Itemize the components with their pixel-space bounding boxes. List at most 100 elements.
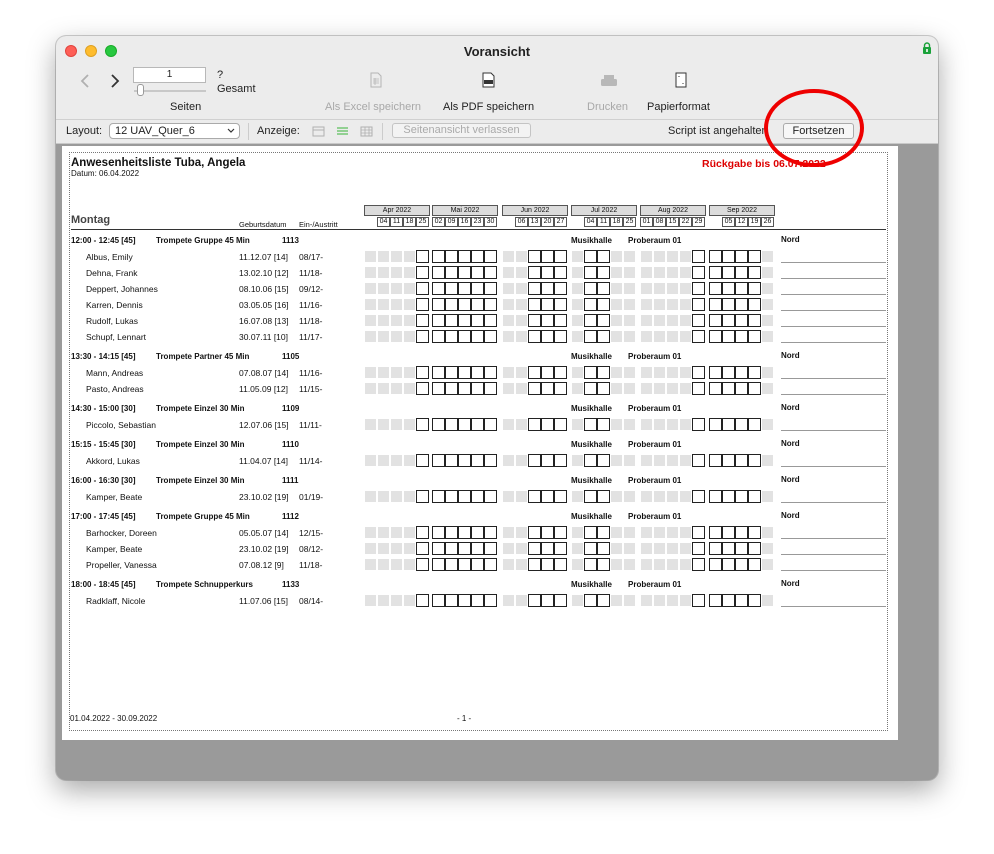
attendance-box[interactable] — [541, 542, 554, 555]
attendance-box[interactable] — [692, 366, 705, 379]
attendance-box[interactable] — [709, 418, 722, 431]
attendance-box[interactable] — [471, 382, 484, 395]
attendance-box[interactable] — [541, 330, 554, 343]
attendance-box[interactable] — [584, 314, 597, 327]
attendance-box[interactable] — [416, 266, 429, 279]
attendance-box[interactable] — [471, 490, 484, 503]
attendance-box[interactable] — [445, 314, 458, 327]
attendance-box[interactable] — [735, 314, 748, 327]
attendance-box[interactable] — [597, 298, 610, 311]
attendance-box[interactable] — [748, 314, 761, 327]
attendance-box[interactable] — [709, 266, 722, 279]
attendance-box[interactable] — [445, 266, 458, 279]
attendance-box[interactable] — [597, 542, 610, 555]
attendance-box[interactable] — [458, 558, 471, 571]
attendance-box[interactable] — [445, 558, 458, 571]
attendance-box[interactable] — [416, 490, 429, 503]
attendance-box[interactable] — [528, 250, 541, 263]
attendance-box[interactable] — [458, 418, 471, 431]
attendance-box[interactable] — [458, 314, 471, 327]
attendance-box[interactable] — [709, 542, 722, 555]
table-view-icon[interactable] — [360, 126, 373, 137]
attendance-box[interactable] — [471, 330, 484, 343]
attendance-box[interactable] — [597, 250, 610, 263]
attendance-box[interactable] — [416, 558, 429, 571]
attendance-box[interactable] — [709, 526, 722, 539]
attendance-box[interactable] — [528, 266, 541, 279]
attendance-box[interactable] — [735, 282, 748, 295]
attendance-box[interactable] — [722, 454, 735, 467]
attendance-box[interactable] — [471, 526, 484, 539]
attendance-box[interactable] — [541, 282, 554, 295]
attendance-box[interactable] — [445, 366, 458, 379]
attendance-box[interactable] — [709, 366, 722, 379]
attendance-box[interactable] — [458, 282, 471, 295]
attendance-box[interactable] — [416, 330, 429, 343]
attendance-box[interactable] — [528, 382, 541, 395]
attendance-box[interactable] — [528, 454, 541, 467]
attendance-box[interactable] — [416, 282, 429, 295]
attendance-box[interactable] — [432, 558, 445, 571]
attendance-box[interactable] — [709, 250, 722, 263]
attendance-box[interactable] — [554, 314, 567, 327]
attendance-box[interactable] — [484, 490, 497, 503]
attendance-box[interactable] — [416, 298, 429, 311]
attendance-box[interactable] — [692, 314, 705, 327]
attendance-box[interactable] — [541, 314, 554, 327]
attendance-box[interactable] — [445, 330, 458, 343]
attendance-box[interactable] — [458, 266, 471, 279]
attendance-box[interactable] — [554, 542, 567, 555]
attendance-box[interactable] — [597, 558, 610, 571]
attendance-box[interactable] — [445, 490, 458, 503]
attendance-box[interactable] — [735, 382, 748, 395]
next-page-icon[interactable] — [110, 74, 120, 88]
attendance-box[interactable] — [458, 382, 471, 395]
attendance-box[interactable] — [458, 366, 471, 379]
attendance-box[interactable] — [471, 454, 484, 467]
attendance-box[interactable] — [748, 382, 761, 395]
attendance-box[interactable] — [722, 314, 735, 327]
attendance-box[interactable] — [584, 250, 597, 263]
attendance-box[interactable] — [445, 382, 458, 395]
attendance-box[interactable] — [458, 250, 471, 263]
attendance-box[interactable] — [735, 542, 748, 555]
attendance-box[interactable] — [484, 382, 497, 395]
attendance-box[interactable] — [432, 382, 445, 395]
attendance-box[interactable] — [445, 542, 458, 555]
attendance-box[interactable] — [432, 282, 445, 295]
attendance-box[interactable] — [432, 542, 445, 555]
attendance-box[interactable] — [722, 490, 735, 503]
attendance-box[interactable] — [722, 298, 735, 311]
attendance-box[interactable] — [584, 490, 597, 503]
attendance-box[interactable] — [584, 298, 597, 311]
layout-select[interactable]: 12 UAV_Quer_6 — [109, 123, 240, 139]
attendance-box[interactable] — [554, 454, 567, 467]
attendance-box[interactable] — [748, 282, 761, 295]
attendance-box[interactable] — [735, 250, 748, 263]
page-number-input[interactable]: 1 — [133, 67, 206, 83]
attendance-box[interactable] — [692, 330, 705, 343]
attendance-box[interactable] — [471, 282, 484, 295]
attendance-box[interactable] — [692, 454, 705, 467]
attendance-box[interactable] — [709, 282, 722, 295]
attendance-box[interactable] — [458, 542, 471, 555]
attendance-box[interactable] — [432, 250, 445, 263]
attendance-box[interactable] — [432, 366, 445, 379]
list-view-icon[interactable] — [336, 126, 349, 137]
attendance-box[interactable] — [471, 418, 484, 431]
attendance-box[interactable] — [748, 418, 761, 431]
attendance-box[interactable] — [692, 382, 705, 395]
attendance-box[interactable] — [584, 418, 597, 431]
attendance-box[interactable] — [541, 250, 554, 263]
attendance-box[interactable] — [692, 250, 705, 263]
attendance-box[interactable] — [597, 282, 610, 295]
page-slider-thumb[interactable] — [137, 84, 144, 96]
attendance-box[interactable] — [692, 298, 705, 311]
form-view-icon[interactable] — [312, 126, 325, 137]
attendance-box[interactable] — [458, 454, 471, 467]
attendance-box[interactable] — [471, 298, 484, 311]
attendance-box[interactable] — [541, 594, 554, 607]
attendance-box[interactable] — [432, 266, 445, 279]
attendance-box[interactable] — [709, 594, 722, 607]
attendance-box[interactable] — [528, 558, 541, 571]
